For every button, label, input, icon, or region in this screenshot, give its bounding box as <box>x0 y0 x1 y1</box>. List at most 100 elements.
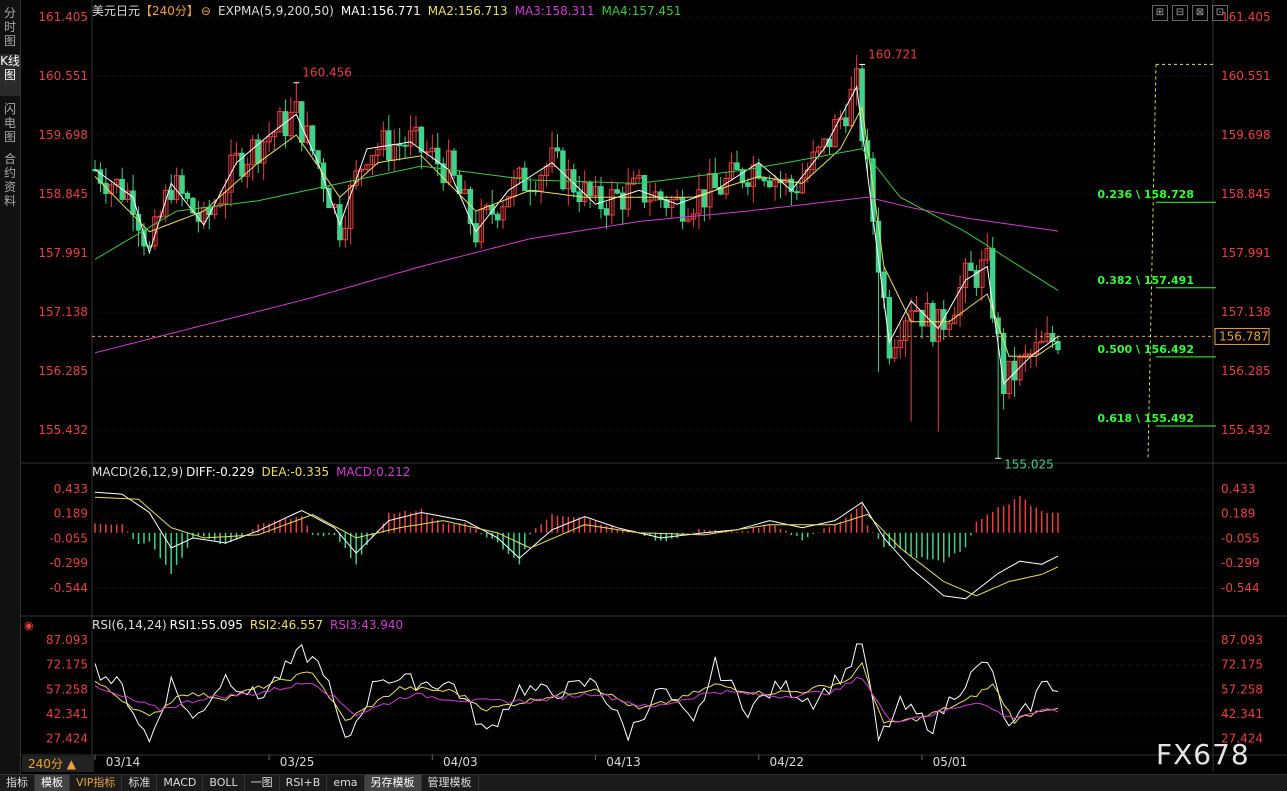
candle-body <box>554 147 561 152</box>
y-tick-right: 0.189 <box>1221 507 1255 521</box>
y-tick-right: 57.258 <box>1221 682 1263 696</box>
y-tick-left: 157.991 <box>38 246 88 260</box>
y-tick-left: 0.189 <box>54 507 88 521</box>
y-tick-left: 157.138 <box>38 305 88 319</box>
ma2-value: MA2:156.713 <box>427 4 508 18</box>
toolbar-tab-1[interactable]: 模板 <box>35 775 70 791</box>
y-tick-right: 159.698 <box>1221 128 1271 142</box>
y-tick-right: 42.341 <box>1221 707 1263 721</box>
toolbar-tab-7[interactable]: RSI+B <box>280 775 328 791</box>
candle-body <box>913 309 920 312</box>
y-tick-right: 160.551 <box>1221 69 1271 83</box>
ma-line-ma3 <box>94 196 1059 354</box>
y-tick-right: 155.432 <box>1221 423 1271 437</box>
candle-body <box>701 189 708 208</box>
candle-body <box>494 213 501 221</box>
candle-body <box>184 192 191 199</box>
y-tick-left: 87.093 <box>46 633 88 647</box>
candle-body <box>794 191 800 194</box>
ma3-value: MA3:158.311 <box>514 4 595 18</box>
candle-body <box>712 172 718 189</box>
macd-line-diff <box>94 491 1059 600</box>
period-selector[interactable]: 240分 ▲ <box>22 756 94 772</box>
macd-legend: MACD(26,12,9) DIFF:-0.229 DEA:-0.335 MACD:0… <box>92 465 417 479</box>
fib-level-label: 0.382 \ 157.491 <box>1097 274 1194 287</box>
rsi-line-rsi1 <box>94 643 1059 744</box>
fib-level-label: 0.500 \ 156.492 <box>1097 343 1194 356</box>
rsi-name: RSI(6,14,24) <box>92 618 167 632</box>
candle-body <box>103 182 109 195</box>
candle-body <box>560 150 566 190</box>
annotation-high: 160.456 <box>302 66 352 80</box>
watermark-logo: FX678 <box>1156 738 1250 771</box>
layout-icon[interactable]: ⊞ <box>1152 5 1168 21</box>
rsi-settings-icon[interactable]: ◉ <box>24 619 34 632</box>
split-icon[interactable]: ⊟ <box>1172 5 1188 21</box>
candle-body <box>734 162 740 171</box>
last-price-label: 156.787 <box>1219 329 1269 343</box>
toolbar-tab-5[interactable]: BOLL <box>203 775 245 791</box>
y-tick-left: 57.258 <box>46 682 88 696</box>
candle-body <box>587 182 593 197</box>
y-tick-right: -0.544 <box>1221 581 1260 595</box>
candle-body <box>168 189 174 200</box>
y-tick-right: 156.285 <box>1221 364 1271 378</box>
macd-name: MACD(26,12,9) <box>92 465 184 479</box>
macd-diff: DIFF:-0.229 <box>186 465 255 479</box>
rsi1-value: RSI1:55.095 <box>169 618 243 632</box>
candle-body <box>968 262 974 271</box>
rsi-line-rsi3 <box>94 676 1059 723</box>
y-tick-right: 0.433 <box>1221 482 1255 496</box>
macd-dea: DEA:-0.335 <box>261 465 330 479</box>
macd-line-dea <box>94 496 1059 597</box>
y-tick-left: 42.341 <box>46 707 88 721</box>
x-tick-label: 03/25 <box>280 755 315 769</box>
ma1-value: MA1:156.771 <box>340 4 421 18</box>
y-tick-left: 155.432 <box>38 423 88 437</box>
candle-body <box>843 117 849 127</box>
candle-body <box>641 175 648 203</box>
y-tick-left: 160.551 <box>38 69 88 83</box>
rsi2-value: RSI2:46.557 <box>249 618 324 632</box>
toolbar-tab-3[interactable]: 标准 <box>122 775 158 791</box>
symbol-label: 美元日元 <box>92 4 141 18</box>
candle-body <box>451 150 457 176</box>
fib-level-label: 0.236 \ 158.728 <box>1097 188 1194 201</box>
settings-icon[interactable]: ⊖ <box>201 4 211 18</box>
chart-canvas[interactable]: 161.405 161.405160.551 160.551159.698 159.6… <box>0 0 1287 774</box>
fib-level-label: 0.618 \ 155.492 <box>1097 412 1194 425</box>
ma-line-ma1 <box>94 84 1059 385</box>
candle-body <box>473 223 479 243</box>
annotation-high: 160.721 <box>868 47 918 61</box>
y-tick-right: 157.138 <box>1221 305 1271 319</box>
maximize-icon[interactable]: ⊡ <box>1212 5 1228 21</box>
y-tick-left: 161.405 <box>38 10 88 24</box>
x-tick-label: 04/13 <box>606 755 641 769</box>
x-tick-label: 03/14 <box>106 755 141 769</box>
rsi3-value: RSI3:43.940 <box>330 618 404 632</box>
x-tick-label: 04/22 <box>769 755 804 769</box>
toolbar-tab-0[interactable]: 指标 <box>0 775 35 791</box>
candle-body <box>766 180 773 188</box>
y-tick-left: 158.845 <box>38 187 88 201</box>
period-tag: 【240分】 <box>140 4 199 18</box>
toolbar-tab-6[interactable]: 一图 <box>245 775 280 791</box>
y-tick-left: -0.055 <box>49 531 88 545</box>
candle-body <box>179 175 185 194</box>
y-tick-left: 72.175 <box>46 658 88 672</box>
toolbar-tab-9[interactable]: 另存模板 <box>364 775 422 791</box>
toolbar-tab-2[interactable]: VIP指标 <box>70 775 123 791</box>
y-tick-left: -0.299 <box>49 556 88 570</box>
toolbar-tab-4[interactable]: MACD <box>157 775 204 791</box>
toolbar-tab-10[interactable]: 管理模板 <box>422 775 479 791</box>
toolbar-tab-8[interactable]: ema <box>327 775 365 791</box>
x-tick-label: 04/03 <box>443 755 478 769</box>
candle-body <box>337 204 343 241</box>
close-panel-icon[interactable]: ⊠ <box>1192 5 1208 21</box>
y-tick-right: 72.175 <box>1221 658 1263 672</box>
candle-body <box>603 208 610 216</box>
y-tick-right: 87.093 <box>1221 633 1263 647</box>
y-tick-right: 158.845 <box>1221 187 1271 201</box>
bottom-toolbar: 指标 模板 VIP指标 标准 MACD BOLL 一图 RSI+B ema 另存模板 管理模板 <box>0 774 1287 791</box>
y-tick-right: -0.055 <box>1221 531 1260 545</box>
